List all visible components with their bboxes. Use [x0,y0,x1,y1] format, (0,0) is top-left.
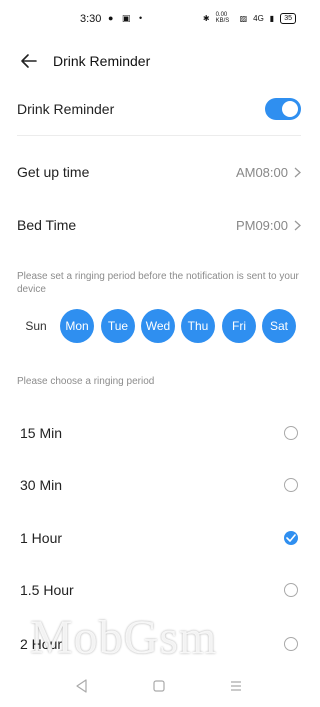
interval-label: 2 Hour [20,636,63,652]
nav-home-icon[interactable] [151,678,167,694]
interval-option-30-min[interactable]: 30 Min [20,470,298,500]
day-selector: Sun Mon Tue Wed Thu Fri Sat [17,309,301,343]
signal-icon: ▨ [239,13,248,23]
day-sat[interactable]: Sat [262,309,296,343]
day-wed[interactable]: Wed [141,309,175,343]
chevron-right-icon [294,220,301,230]
get-up-time-row[interactable]: Get up time AM08:00 [17,162,301,182]
radio-checked-icon[interactable] [284,531,298,545]
drink-reminder-toggle[interactable] [265,98,301,120]
interval-label: 30 Min [20,477,63,493]
status-time: 3:30 [80,13,102,25]
battery-icon: 35 [280,12,296,24]
chevron-right-icon [294,167,301,177]
interval-option-2-hour[interactable]: 2 Hour [20,629,298,659]
interval-label: 1 Hour [20,530,63,546]
divider [17,135,301,136]
app-header: Drink Reminder [0,42,318,80]
interval-label: 1.5 Hour [20,582,74,598]
interval-option-1-5-hour[interactable]: 1.5 Hour [20,575,298,605]
interval-option-1-hour[interactable]: 1 Hour [20,523,298,553]
day-sun[interactable]: Sun [19,309,53,343]
day-thu[interactable]: Thu [181,309,215,343]
bed-time-value-group: PM09:00 [236,218,301,233]
interval-option-15-min[interactable]: 15 Min [20,418,298,448]
drink-reminder-label: Drink Reminder [17,101,115,117]
drink-reminder-row: Drink Reminder [17,98,301,120]
nav-back-icon[interactable] [74,678,90,694]
day-tue[interactable]: Tue [101,309,135,343]
get-up-time-value: AM08:00 [235,164,288,180]
day-mon[interactable]: Mon [60,309,94,343]
bed-time-row[interactable]: Bed Time PM09:00 [17,215,301,235]
interval-label: 15 Min [20,425,63,441]
status-bar: 3:30 ● ▣ • ✱ 0.00 KB/S ▨ 4G ▮ 35 [0,0,318,38]
toggle-knob [282,101,298,117]
day-fri[interactable]: Fri [222,309,256,343]
network-speed: 0.00 KB/S [215,12,230,24]
interval-hint: Please choose a ringing period [17,376,155,387]
notification-icons: ● ▣ • [108,13,146,23]
bed-time-label: Bed Time [17,217,77,233]
page-title: Drink Reminder [53,53,151,69]
get-up-time-value-group: AM08:00 [236,165,301,180]
get-up-time-label: Get up time [17,164,90,180]
nav-menu-icon[interactable] [228,678,244,694]
status-right-icons: ✱ 0.00 KB/S ▨ 4G ▮ 35 [203,12,296,24]
radio-unchecked-icon[interactable] [284,637,298,651]
bluetooth-icon: ✱ [202,13,210,23]
ringing-period-hint: Please set a ringing period before the n… [17,271,299,295]
radio-unchecked-icon[interactable] [284,478,298,492]
radio-unchecked-icon[interactable] [284,583,298,597]
system-nav-bar [0,668,318,704]
bed-time-value: PM09:00 [235,217,288,233]
radio-unchecked-icon[interactable] [284,426,298,440]
wifi-icon: ▮ [269,13,275,23]
network-type: 4G [253,13,264,23]
back-arrow-icon[interactable] [18,50,40,72]
